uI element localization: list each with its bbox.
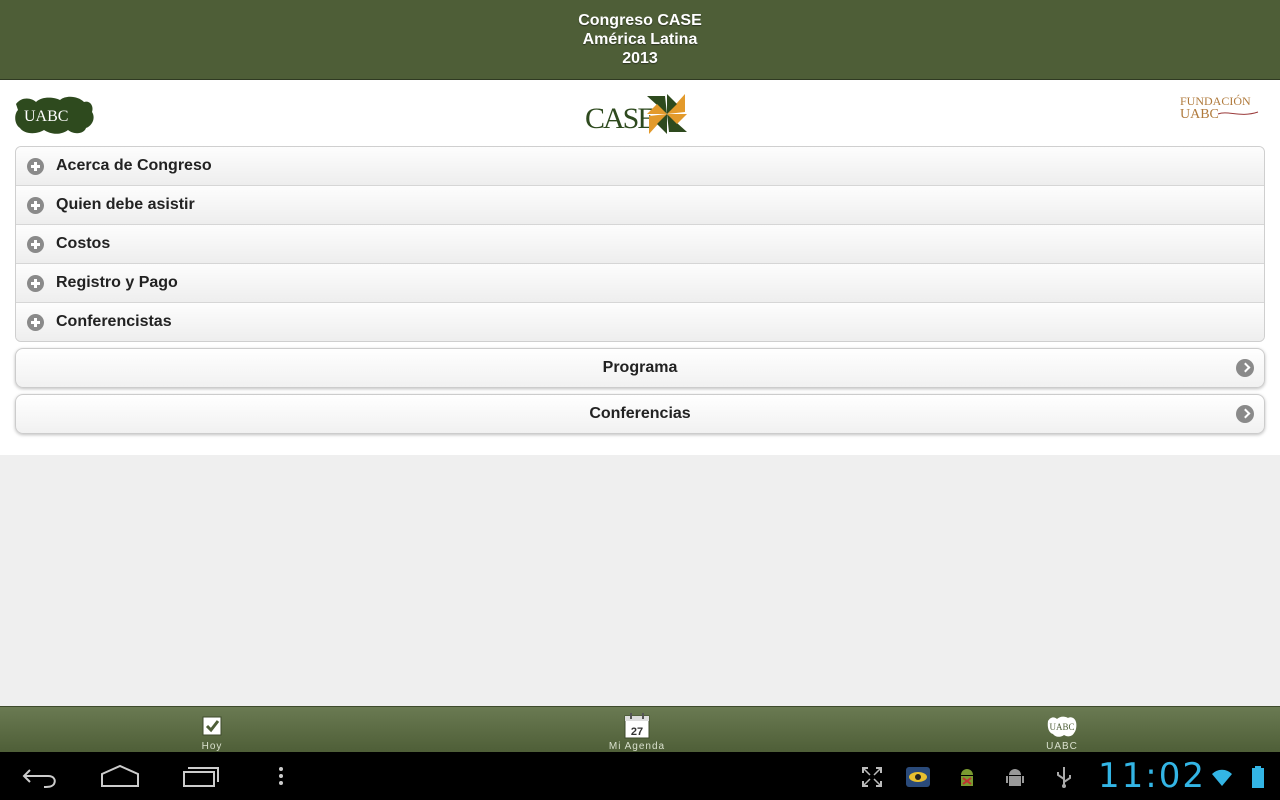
tab-uabc[interactable]: UABC UABC [1002, 707, 1122, 753]
arrow-right-icon [1236, 405, 1254, 423]
title-line-1: Congreso CASE [578, 12, 702, 29]
uabc-logo: UABC [15, 96, 94, 134]
menu-icon[interactable] [270, 762, 292, 790]
fundacion-uabc-logo: FUNDACIÓN UABC [1180, 94, 1259, 122]
collapsible-label: Acerca de Congreso [56, 157, 212, 174]
tab-mi-agenda-label: Mi Agenda [608, 741, 666, 752]
collapsible-costos[interactable]: Costos [16, 224, 1264, 263]
collapsible-set: Acerca de Congreso Quien debe asistir Co… [15, 146, 1265, 342]
footer-tabbar: Hoy 27 Mi Agenda UABC UABC [0, 706, 1280, 753]
fundacion-uabc-text: UABC [1180, 107, 1219, 122]
app-header: Congreso CASE América Latina 2013 [0, 0, 1280, 80]
case-logo: CASE [585, 94, 687, 135]
system-navigation-bar: 11:02 [0, 752, 1280, 800]
page-title: Congreso CASE América Latina 2013 [578, 11, 702, 68]
checkbox-icon [202, 716, 222, 736]
collapsible-label: Quien debe asistir [56, 196, 195, 213]
plus-icon [27, 275, 44, 292]
collapsible-label: Registro y Pago [56, 274, 178, 291]
uabc-logo-icon: UABC [1047, 716, 1077, 737]
calendar-day: 27 [631, 726, 643, 738]
arrow-right-icon [1236, 359, 1254, 377]
logo-strip: UABC CASE FUNDACIÓN UABC [0, 80, 1280, 146]
plus-icon [27, 236, 44, 253]
home-icon[interactable] [98, 762, 142, 790]
svg-text:UABC: UABC [1049, 722, 1074, 732]
fundacion-text: FUNDACIÓN [1180, 94, 1251, 108]
android-icon [1006, 769, 1024, 786]
usb-icon [1057, 767, 1071, 788]
fullscreen-icon[interactable] [860, 765, 884, 789]
wifi-icon [1212, 769, 1232, 786]
calendar-icon: 27 [624, 713, 650, 739]
case-logo-text: CASE [585, 102, 654, 135]
collapsible-conferencistas[interactable]: Conferencistas [16, 302, 1264, 341]
collapsible-label: Costos [56, 235, 111, 252]
android-debug-icon [961, 769, 973, 786]
uabc-logo-text: UABC [24, 108, 68, 125]
content-panel: UABC CASE FUNDACIÓN UABC Acerca de Congr… [0, 80, 1280, 455]
title-line-2: América Latina [582, 31, 698, 48]
tab-hoy[interactable]: Hoy [152, 707, 272, 753]
programa-button[interactable]: Programa [15, 348, 1265, 388]
tab-mi-agenda[interactable]: 27 Mi Agenda [577, 707, 697, 753]
tab-uabc-label: UABC [1046, 741, 1078, 752]
collapsible-label: Conferencistas [56, 313, 172, 330]
conferencias-button[interactable]: Conferencias [15, 394, 1265, 434]
programa-button-label: Programa [602, 359, 678, 376]
recent-apps-icon[interactable] [180, 762, 224, 790]
clock: 11:02 [1098, 756, 1206, 796]
plus-icon [27, 197, 44, 214]
collapsible-registro-y-pago[interactable]: Registro y Pago [16, 263, 1264, 302]
pinwheel-icon [647, 94, 687, 134]
plus-icon [27, 314, 44, 331]
collapsible-acerca-de-congreso[interactable]: Acerca de Congreso [16, 147, 1264, 185]
back-icon[interactable] [18, 762, 62, 790]
tab-hoy-label: Hoy [201, 741, 223, 752]
battery-icon [1252, 766, 1264, 788]
conferencias-button-label: Conferencias [589, 405, 691, 422]
collapsible-quien-debe-asistir[interactable]: Quien debe asistir [16, 185, 1264, 224]
plus-icon [27, 158, 44, 175]
eye-app-icon [906, 767, 930, 787]
title-line-3: 2013 [622, 50, 658, 67]
